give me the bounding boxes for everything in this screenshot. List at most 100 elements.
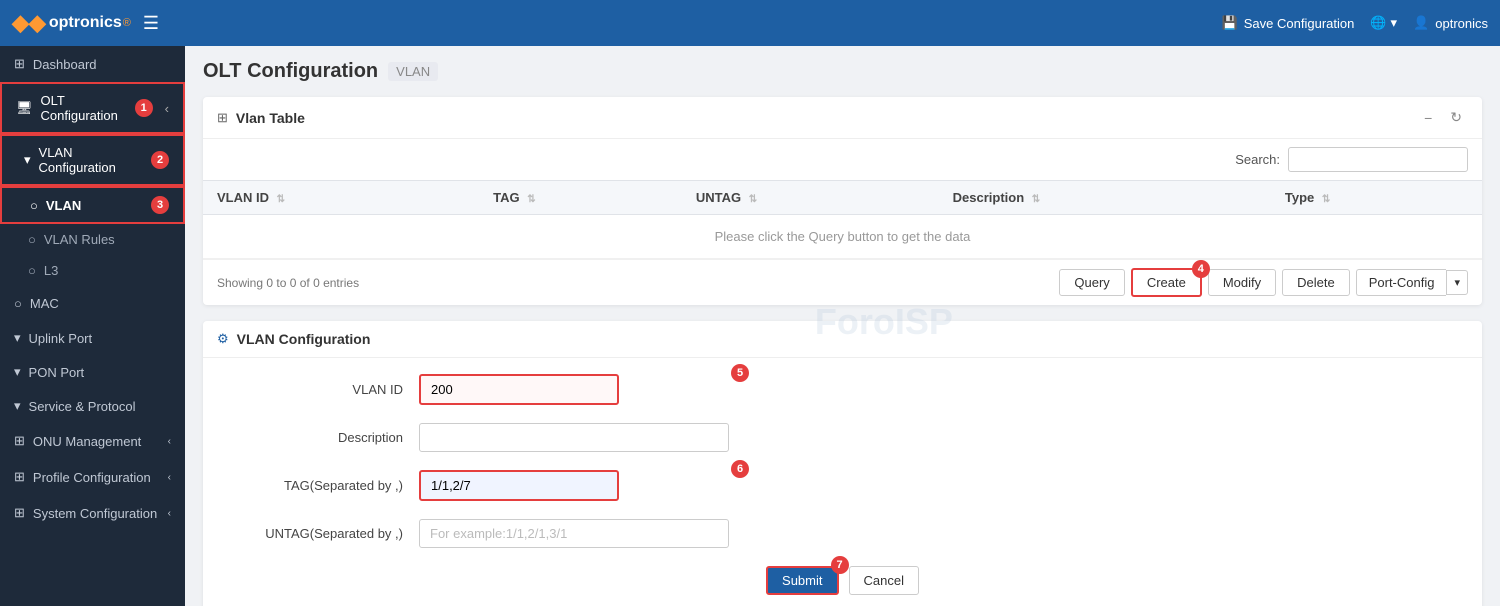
monitor-icon: 🖥 bbox=[16, 100, 33, 116]
sidebar-item-vlan[interactable]: ○ VLAN 3 bbox=[0, 186, 185, 224]
step-badge-2: 2 bbox=[151, 151, 169, 169]
action-buttons: Query Create 4 Modify Delete Port-Config… bbox=[1059, 268, 1468, 297]
col-untag[interactable]: UNTAG ⇅ bbox=[682, 181, 939, 215]
col-description[interactable]: Description ⇅ bbox=[939, 181, 1271, 215]
globe-icon: 🌐 bbox=[1370, 15, 1386, 31]
sidebar-item-system-config[interactable]: ⊞ System Configuration ‹ bbox=[0, 495, 185, 531]
submit-button[interactable]: Submit bbox=[766, 566, 838, 595]
sidebar-item-onu-mgmt[interactable]: ⊞ ONU Management ‹ bbox=[0, 423, 185, 459]
modify-button[interactable]: Modify bbox=[1208, 269, 1276, 296]
step-badge-5: 5 bbox=[731, 364, 749, 382]
refresh-button[interactable]: ↻ bbox=[1444, 107, 1468, 128]
logo-icon: ◆◆ bbox=[12, 10, 46, 36]
sidebar-item-label: Profile Configuration bbox=[33, 470, 151, 485]
sidebar-item-vlan-config[interactable]: ▾ VLAN Configuration 2 bbox=[0, 134, 185, 186]
page-title: OLT Configuration bbox=[203, 60, 378, 83]
vlan-id-label: VLAN ID bbox=[243, 382, 403, 397]
vlan-config-title: VLAN Configuration bbox=[237, 331, 371, 347]
table-icon: ⊞ bbox=[217, 110, 228, 126]
step-badge-4: 4 bbox=[1192, 260, 1210, 278]
circle-icon: ○ bbox=[30, 198, 38, 213]
create-button[interactable]: Create 4 bbox=[1131, 268, 1202, 297]
sidebar-item-label: MAC bbox=[30, 296, 59, 311]
col-tag[interactable]: TAG ⇅ bbox=[479, 181, 682, 215]
sidebar-item-dashboard[interactable]: ⊞ Dashboard bbox=[0, 46, 185, 82]
minimize-button[interactable]: − bbox=[1418, 107, 1438, 128]
language-selector[interactable]: 🌐 ▾ bbox=[1370, 15, 1397, 31]
sidebar-item-olt-config[interactable]: 🖥 OLT Configuration 1 ‹ bbox=[0, 82, 185, 134]
step-badge-6: 6 bbox=[731, 460, 749, 478]
collapse-icon: ‹ bbox=[168, 508, 171, 519]
save-icon: 💾 bbox=[1222, 15, 1238, 31]
sidebar-item-label: OLT Configuration bbox=[41, 93, 127, 123]
col-type[interactable]: Type ⇅ bbox=[1271, 181, 1482, 215]
page-subtitle: VLAN bbox=[388, 62, 438, 81]
sidebar-item-uplink-port[interactable]: ▾ Uplink Port bbox=[0, 321, 185, 355]
username-label: optronics bbox=[1435, 16, 1488, 31]
card-header: ⊞ Vlan Table − ↻ bbox=[203, 97, 1482, 139]
sidebar-item-profile-config[interactable]: ⊞ Profile Configuration ‹ bbox=[0, 459, 185, 495]
logo-text: optronics bbox=[49, 14, 122, 32]
menu-toggle-icon[interactable]: ☰ bbox=[143, 13, 159, 34]
tag-label: TAG(Separated by ,) bbox=[243, 478, 403, 493]
sidebar-item-label: VLAN bbox=[46, 198, 81, 213]
sidebar: ⊞ Dashboard 🖥 OLT Configuration 1 ‹ ▾ VL… bbox=[0, 46, 185, 606]
save-config-button[interactable]: 💾 Save Configuration bbox=[1222, 15, 1355, 31]
sidebar-item-service-protocol[interactable]: ▾ Service & Protocol bbox=[0, 389, 185, 423]
table-footer: Showing 0 to 0 of 0 entries Query Create… bbox=[203, 259, 1482, 305]
sidebar-item-pon-port[interactable]: ▾ PON Port bbox=[0, 355, 185, 389]
user-menu[interactable]: 👤 optronics bbox=[1413, 15, 1488, 31]
col-vlan-id[interactable]: VLAN ID ⇅ bbox=[203, 181, 479, 215]
collapse-icon: ‹ bbox=[168, 472, 171, 483]
empty-row: Please click the Query button to get the… bbox=[203, 215, 1482, 259]
sidebar-item-mac[interactable]: ○ MAC bbox=[0, 286, 185, 321]
sidebar-item-label: VLAN Rules bbox=[44, 232, 115, 247]
search-label: Search: bbox=[1235, 152, 1280, 167]
mac-icon: ○ bbox=[14, 296, 22, 311]
port-config-arrow[interactable]: ▾ bbox=[1446, 270, 1468, 295]
vlan-table-card: ⊞ Vlan Table − ↻ Search: VLAN ID ⇅ bbox=[203, 97, 1482, 305]
delete-button[interactable]: Delete bbox=[1282, 269, 1350, 296]
main-content: ForoISP OLT Configuration VLAN ⊞ Vlan Ta… bbox=[185, 46, 1500, 606]
description-label: Description bbox=[243, 430, 403, 445]
port-config-split-button[interactable]: Port-Config ▾ bbox=[1356, 269, 1468, 296]
lang-arrow-icon: ▾ bbox=[1391, 15, 1398, 31]
sidebar-item-label: VLAN Configuration bbox=[39, 145, 143, 175]
vlan-id-input[interactable] bbox=[419, 374, 619, 405]
description-row: Description bbox=[243, 423, 1442, 452]
query-button[interactable]: Query bbox=[1059, 269, 1124, 296]
cancel-button[interactable]: Cancel bbox=[849, 566, 919, 595]
empty-message: Please click the Query button to get the… bbox=[203, 215, 1482, 259]
step-badge-3: 3 bbox=[151, 196, 169, 214]
table-container: VLAN ID ⇅ TAG ⇅ UNTAG ⇅ Description ⇅ Ty… bbox=[203, 180, 1482, 259]
sidebar-item-label: Dashboard bbox=[33, 57, 97, 72]
vlan-config-header: ⚙ VLAN Configuration bbox=[203, 321, 1482, 358]
circle-icon: ○ bbox=[28, 263, 36, 278]
save-label: Save Configuration bbox=[1244, 16, 1355, 31]
form-body: VLAN ID 5 Description TAG(Separated by ,… bbox=[203, 358, 1482, 606]
tag-input[interactable] bbox=[419, 470, 619, 501]
form-actions: Submit 7 Cancel bbox=[243, 566, 1442, 595]
description-input[interactable] bbox=[419, 423, 729, 452]
untag-label: UNTAG(Separated by ,) bbox=[243, 526, 403, 541]
grid-icon: ⊞ bbox=[14, 505, 25, 521]
vlan-config-card: ⚙ VLAN Configuration VLAN ID 5 Descripti… bbox=[203, 321, 1482, 606]
untag-input[interactable] bbox=[419, 519, 729, 548]
sidebar-item-label: Service & Protocol bbox=[29, 399, 136, 414]
topbar: ◆◆ optronics ® ☰ 💾 Save Configuration 🌐 … bbox=[0, 0, 1500, 46]
chevron-down-icon: ▾ bbox=[24, 152, 31, 168]
logo-reg: ® bbox=[123, 17, 131, 29]
vlan-table: VLAN ID ⇅ TAG ⇅ UNTAG ⇅ Description ⇅ Ty… bbox=[203, 180, 1482, 259]
sidebar-item-label: System Configuration bbox=[33, 506, 157, 521]
chevron-right-icon: ▾ bbox=[14, 364, 21, 380]
sidebar-item-vlan-rules[interactable]: ○ VLAN Rules bbox=[0, 224, 185, 255]
chevron-right-icon: ▾ bbox=[14, 330, 21, 346]
search-input[interactable] bbox=[1288, 147, 1468, 172]
table-toolbar: Search: bbox=[203, 139, 1482, 180]
page-header: OLT Configuration VLAN bbox=[203, 60, 1482, 83]
vlan-id-row: VLAN ID 5 bbox=[243, 374, 1442, 405]
sidebar-item-l3[interactable]: ○ L3 bbox=[0, 255, 185, 286]
port-config-button[interactable]: Port-Config bbox=[1356, 269, 1447, 296]
user-icon: 👤 bbox=[1413, 15, 1429, 31]
logo: ◆◆ optronics ® bbox=[12, 10, 131, 36]
